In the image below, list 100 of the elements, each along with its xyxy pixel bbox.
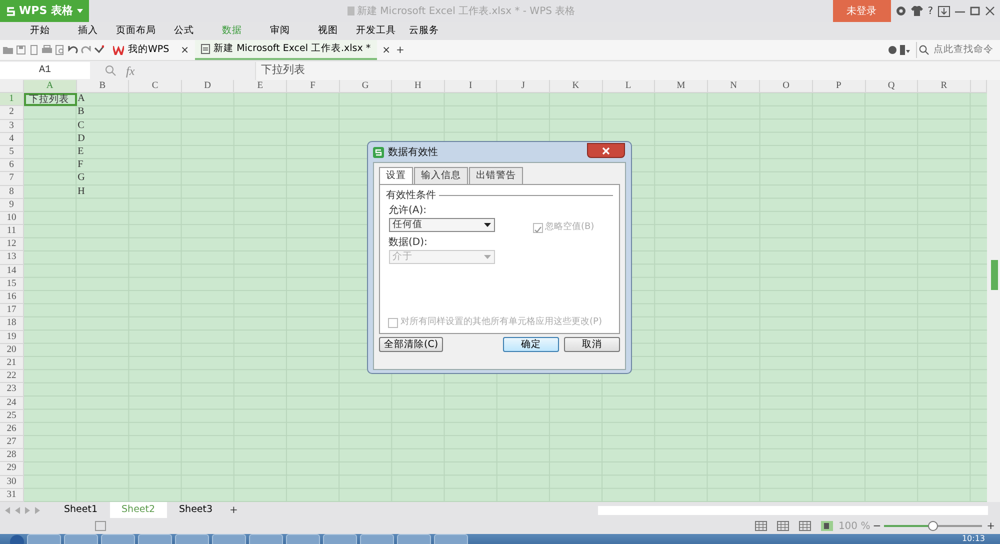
column-header[interactable]: F	[286, 80, 340, 94]
taskbar-button[interactable]	[64, 534, 98, 544]
sheet-first-icon[interactable]	[5, 506, 10, 514]
new-tab-button[interactable]: +	[396, 42, 404, 58]
column-header[interactable]: Q	[866, 80, 918, 94]
layout-icon[interactable]	[95, 521, 106, 531]
taskbar-button[interactable]	[175, 534, 209, 544]
row-header[interactable]: 30	[0, 476, 24, 489]
sheet-tab[interactable]: Sheet1	[52, 502, 110, 518]
close-tab-button[interactable]: ×	[380, 42, 394, 58]
row-header[interactable]: 24	[0, 396, 24, 410]
sheet-next-icon[interactable]	[25, 506, 30, 514]
row-header[interactable]: 31	[0, 488, 24, 502]
row-header[interactable]: 9	[0, 198, 24, 212]
menu-tab[interactable]: 插入	[64, 24, 112, 38]
download-icon[interactable]	[938, 6, 950, 16]
row-header[interactable]: 26	[0, 422, 24, 436]
menu-tab[interactable]: 页面布局	[112, 24, 160, 38]
dialog-tab[interactable]: 输入信息	[414, 167, 468, 184]
column-header[interactable]: P	[812, 80, 866, 94]
row-header[interactable]: 18	[0, 317, 24, 331]
taskbar-button[interactable]	[138, 534, 172, 544]
formula-input[interactable]: 下拉列表	[255, 62, 1000, 80]
row-header[interactable]: 13	[0, 251, 24, 265]
start-button-icon[interactable]	[10, 534, 24, 544]
cancel-button[interactable]: 取消	[564, 336, 620, 352]
active-cell[interactable]: 下拉列表	[24, 93, 77, 106]
dialog-tab[interactable]: 设置	[379, 167, 413, 184]
open-folder-icon[interactable]	[3, 45, 13, 55]
sheet-tab[interactable]: Sheet3	[167, 502, 225, 518]
taskbar-button[interactable]	[27, 534, 61, 544]
column-header[interactable]: G	[340, 80, 392, 94]
filter-icon[interactable]	[900, 45, 910, 55]
column-header[interactable]: E	[234, 80, 287, 94]
column-header[interactable]: R	[918, 80, 971, 94]
column-header[interactable]: L	[602, 80, 656, 94]
table-cell[interactable]: D	[76, 132, 130, 146]
cell-reference-field[interactable]: A1	[0, 62, 90, 79]
row-header[interactable]: 14	[0, 264, 24, 278]
row-header[interactable]: 16	[0, 291, 24, 304]
dropdown[interactable]: 任何值	[388, 218, 494, 232]
scrollbar-handle[interactable]	[990, 260, 998, 290]
zoom-icon[interactable]	[105, 65, 116, 76]
taskbar-button[interactable]	[286, 534, 320, 544]
column-header[interactable]: J	[497, 80, 550, 94]
row-header[interactable]: 17	[0, 304, 24, 318]
column-header[interactable]: H	[392, 80, 445, 94]
taskbar-button[interactable]	[323, 534, 357, 544]
page-break-view-icon[interactable]	[777, 521, 790, 531]
table-cell[interactable]: A	[76, 93, 130, 106]
row-header[interactable]: 8	[0, 186, 24, 199]
undo-icon[interactable]	[68, 45, 78, 55]
table-cell[interactable]: B	[76, 106, 130, 120]
menu-tab[interactable]: 开始	[16, 24, 64, 38]
reading-mode-icon[interactable]	[821, 521, 834, 531]
column-header[interactable]: C	[129, 80, 182, 94]
row-header[interactable]: 5	[0, 146, 24, 160]
taskbar-button[interactable]	[397, 534, 431, 544]
table-cell[interactable]: F	[76, 159, 130, 172]
taskbar-button[interactable]	[434, 534, 468, 544]
taskbar-button[interactable]	[101, 534, 135, 544]
sheet-tab[interactable]: Sheet2	[110, 502, 168, 518]
document-tab[interactable]: 新建 Microsoft Excel 工作表.xlsx *	[194, 40, 377, 60]
row-header[interactable]: 29	[0, 462, 24, 476]
menu-tab[interactable]: 云服务	[400, 24, 448, 38]
column-header[interactable]: K	[550, 80, 603, 94]
table-cell[interactable]: C	[76, 120, 130, 133]
menu-tab[interactable]: 视图	[304, 24, 352, 38]
close-button[interactable]	[587, 143, 625, 158]
row-header[interactable]: 28	[0, 449, 24, 462]
page-layout-icon[interactable]	[799, 521, 812, 531]
horizontal-scrollbar[interactable]	[598, 504, 988, 516]
close-icon[interactable]	[985, 6, 995, 16]
help-button[interactable]: ?	[928, 4, 933, 18]
save-icon[interactable]	[16, 45, 26, 55]
row-header[interactable]: 20	[0, 344, 24, 357]
row-header[interactable]: 11	[0, 225, 24, 238]
row-header[interactable]: 7	[0, 172, 24, 186]
row-header[interactable]: 19	[0, 330, 24, 344]
normal-view-icon[interactable]	[755, 521, 768, 531]
taskbar-button[interactable]	[212, 534, 246, 544]
menu-tab[interactable]: 审阅	[256, 24, 304, 38]
row-header[interactable]: 1	[0, 93, 24, 106]
row-header[interactable]: 2	[0, 106, 24, 120]
row-header[interactable]: 23	[0, 383, 24, 396]
document-tab[interactable]: 我的WPS	[107, 40, 176, 60]
row-header[interactable]: 15	[0, 278, 24, 291]
row-header[interactable]: 12	[0, 238, 24, 252]
column-header[interactable]: O	[760, 80, 813, 94]
row-header[interactable]: 21	[0, 356, 24, 370]
row-header[interactable]: 3	[0, 120, 24, 133]
row-header[interactable]: 25	[0, 410, 24, 423]
column-header[interactable]: N	[708, 80, 760, 94]
zoom-slider-thumb[interactable]	[928, 521, 938, 531]
dialog-tab[interactable]: 出错警告	[469, 167, 523, 184]
sheet-prev-icon[interactable]	[15, 506, 20, 514]
menu-tab[interactable]: 开发工具	[352, 24, 400, 38]
sheet-last-icon[interactable]	[35, 506, 40, 514]
column-header[interactable]: A	[24, 80, 77, 94]
maximize-icon[interactable]	[970, 6, 980, 16]
